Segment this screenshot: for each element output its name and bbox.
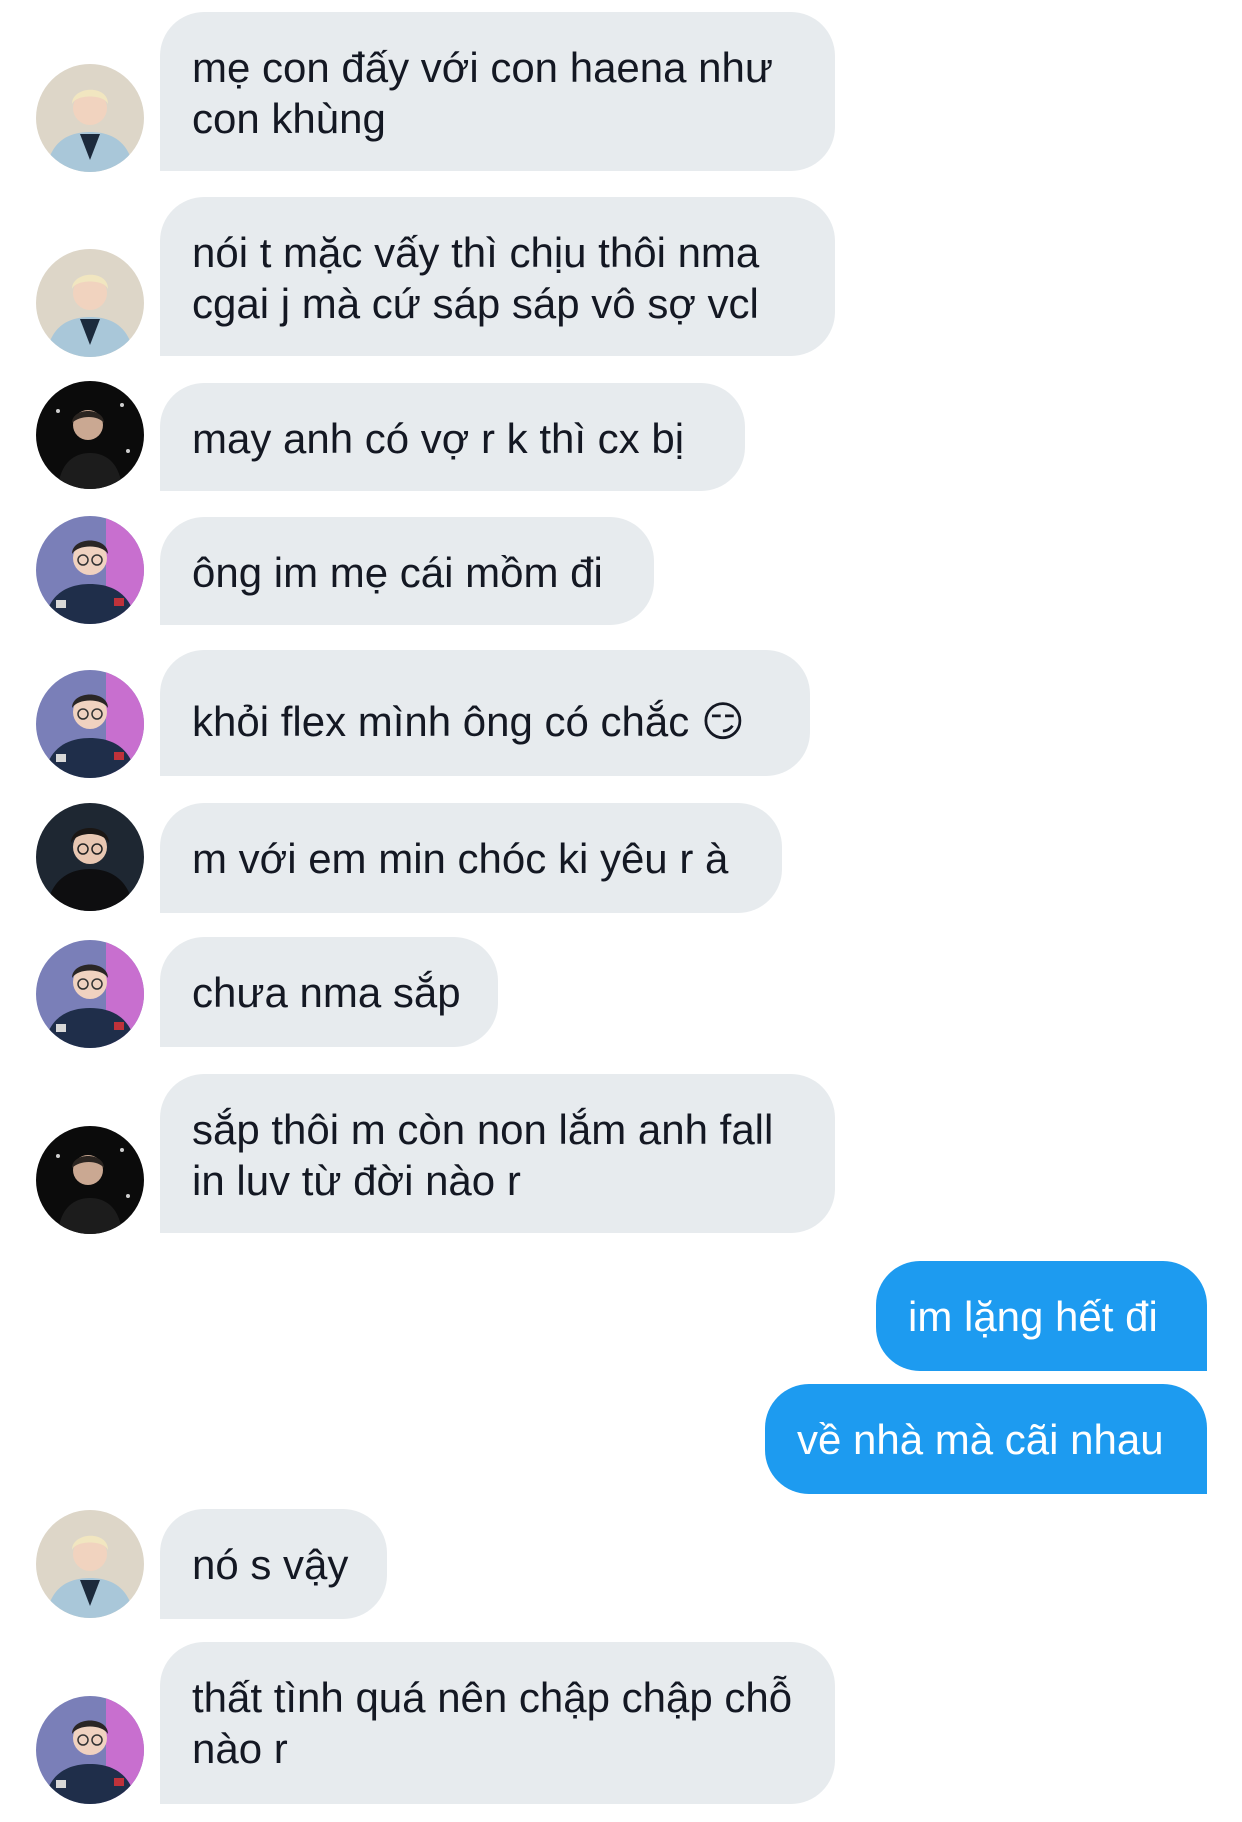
avatar-glasses-team-jacket-icon	[36, 1696, 144, 1804]
message-bubble[interactable]: nói t mặc vấy thì chịu thôi nma cgai j m…	[160, 197, 835, 356]
message-bubble[interactable]: nó s vậy	[160, 1509, 387, 1619]
message-text: mẹ con đấy với con haena như con khùng	[192, 44, 774, 142]
message-bubble[interactable]: mẹ con đấy với con haena như con khùng	[160, 12, 835, 171]
avatar-dark-background-icon	[36, 1126, 144, 1234]
avatar-blonde-light-jersey-icon	[36, 1510, 144, 1618]
avatar-glasses-team-jacket-icon	[36, 940, 144, 1048]
message-bubble[interactable]: m với em min chóc ki yêu r à	[160, 803, 782, 913]
message-text: thất tình quá nên chập chập chỗ nào r	[192, 1674, 793, 1772]
message-bubble[interactable]: sắp thôi m còn non lắm anh fall in luv t…	[160, 1074, 835, 1233]
message-text: sắp thôi m còn non lắm anh fall in luv t…	[192, 1106, 774, 1204]
avatar-blonde-light-jersey-icon	[36, 249, 144, 357]
avatar[interactable]	[36, 516, 144, 624]
message-bubble[interactable]: về nhà mà cãi nhau	[765, 1384, 1207, 1494]
avatar[interactable]	[36, 670, 144, 778]
message-text: m với em min chóc ki yêu r à	[192, 835, 729, 882]
avatar[interactable]	[36, 64, 144, 172]
avatar[interactable]	[36, 803, 144, 911]
message-text: ông im mẹ cái mồm đi	[192, 549, 603, 596]
avatar[interactable]	[36, 940, 144, 1048]
message-text: chưa nma sắp	[192, 969, 461, 1016]
avatar-black-hoodie-icon	[36, 803, 144, 911]
message-text: im lặng hết đi	[908, 1293, 1158, 1340]
message-text: nó s vậy	[192, 1541, 349, 1588]
avatar-dark-background-icon	[36, 381, 144, 489]
message-bubble[interactable]: thất tình quá nên chập chập chỗ nào r	[160, 1642, 835, 1804]
avatar[interactable]	[36, 1510, 144, 1618]
avatar[interactable]	[36, 381, 144, 489]
message-bubble[interactable]: im lặng hết đi	[876, 1261, 1207, 1371]
avatar-glasses-team-jacket-icon	[36, 670, 144, 778]
chat-thread: mẹ con đấy với con haena như con khùng n…	[0, 0, 1242, 1822]
message-bubble[interactable]: ông im mẹ cái mồm đi	[160, 517, 654, 625]
avatar-blonde-light-jersey-icon	[36, 64, 144, 172]
message-text: khỏi flex mình ông có chắc 😏	[192, 698, 745, 745]
avatar[interactable]	[36, 1126, 144, 1234]
avatar[interactable]	[36, 249, 144, 357]
message-bubble[interactable]: chưa nma sắp	[160, 937, 498, 1047]
message-bubble[interactable]: may anh có vợ r k thì cx bị	[160, 383, 745, 491]
message-text: may anh có vợ r k thì cx bị	[192, 415, 685, 462]
message-bubble[interactable]: khỏi flex mình ông có chắc 😏	[160, 650, 810, 776]
message-text: nói t mặc vấy thì chịu thôi nma cgai j m…	[192, 229, 760, 327]
message-text: về nhà mà cãi nhau	[797, 1416, 1164, 1463]
avatar-glasses-team-jacket-icon	[36, 516, 144, 624]
avatar[interactable]	[36, 1696, 144, 1804]
